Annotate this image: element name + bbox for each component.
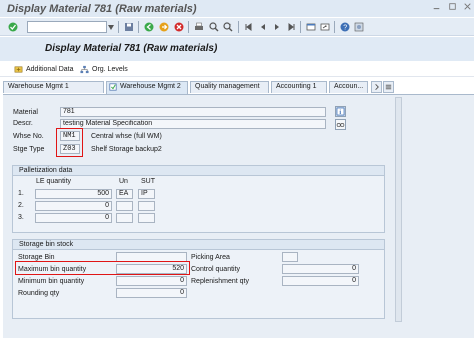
print-icon[interactable] — [194, 22, 204, 32]
stge-type-label: Stge Type — [13, 146, 45, 153]
replenishment-qty-field: 0 — [282, 276, 359, 286]
maximize-icon[interactable] — [449, 3, 456, 10]
find-next-icon[interactable]: + — [223, 22, 233, 32]
vertical-scrollbar[interactable] — [395, 97, 402, 322]
svg-text:?: ? — [343, 25, 347, 32]
replenishment-qty-label: Replenishment qty — [191, 278, 249, 285]
command-field[interactable] — [27, 21, 107, 33]
page-title: Display Material 781 (Raw materials) — [45, 43, 218, 54]
pallet-sut-field — [138, 213, 155, 223]
tab-warehouse-mgmt-2[interactable]: Warehouse Mgmt 2 — [106, 81, 188, 94]
rounding-qty-label: Rounding qty — [18, 290, 60, 297]
col-un: Un — [119, 178, 128, 185]
close-icon[interactable] — [464, 3, 471, 10]
org-levels-icon — [80, 65, 89, 74]
pallet-un-field — [116, 201, 133, 211]
new-session-icon[interactable] — [306, 22, 316, 32]
col-sut: SUT — [141, 178, 155, 185]
standard-toolbar: + ? — [0, 18, 474, 36]
tab-list-button[interactable] — [383, 81, 394, 93]
picking-area-label: Picking Area — [191, 254, 230, 261]
additional-data-icon — [14, 66, 23, 73]
pallet-un-field — [116, 213, 133, 223]
last-page-icon[interactable] — [286, 22, 296, 32]
pallet-row-index: 1. — [18, 190, 24, 197]
pallet-sut-field: IP — [138, 189, 155, 199]
pallet-qty-field: 0 — [35, 213, 112, 223]
col-le-quantity: LE quantity — [36, 178, 72, 185]
tab-accounting-1[interactable]: Accounting 1 — [271, 81, 327, 93]
window-title: Display Material 781 (Raw materials) — [7, 3, 197, 15]
min-bin-quantity-field: 0 — [116, 276, 187, 286]
highlight-whse-stge — [56, 128, 83, 157]
pallet-row-index: 2. — [18, 202, 24, 209]
cancel-icon[interactable] — [174, 22, 184, 32]
exit-icon[interactable] — [159, 22, 169, 32]
control-quantity-field: 0 — [282, 264, 359, 274]
palletization-group: Palletization data LE quantity Un SUT 1.… — [12, 165, 385, 233]
pallet-un-field: EA — [116, 189, 133, 199]
whse-description: Central whse (full WM) — [91, 133, 162, 140]
storage-bin-title: Storage bin stock — [13, 240, 384, 250]
org-levels-button[interactable]: Org. Levels — [80, 64, 128, 75]
pallet-qty-field: 500 — [35, 189, 112, 199]
help-icon[interactable]: ? — [340, 22, 350, 32]
tab-strip: Warehouse Mgmt 1 Warehouse Mgmt 2 Qualit… — [3, 81, 474, 94]
additional-data-button[interactable]: Additional Data — [14, 64, 73, 75]
pallet-row-index: 3. — [18, 214, 24, 221]
svg-text:i: i — [339, 109, 341, 116]
highlight-max-bin-quantity — [15, 261, 190, 275]
minimize-icon[interactable] — [433, 3, 440, 10]
info-button[interactable]: i — [335, 106, 346, 117]
application-toolbar: Additional Data Org. Levels — [0, 61, 474, 77]
control-quantity-label: Control quantity — [191, 266, 241, 273]
back-icon[interactable] — [144, 22, 154, 32]
descr-field: testing Material Specification — [60, 119, 326, 129]
shortcut-icon[interactable] — [320, 22, 330, 32]
title-bar: Display Material 781 (Raw materials) — [0, 0, 474, 17]
svg-text:+: + — [229, 22, 232, 27]
picking-area-field — [282, 252, 298, 262]
save-icon[interactable] — [124, 22, 134, 32]
change-view-button[interactable] — [335, 119, 346, 130]
layout-icon[interactable] — [354, 22, 364, 32]
storage-bin-group: Storage bin stock Storage Bin Picking Ar… — [12, 239, 385, 319]
tab-quality-management[interactable]: Quality management — [190, 81, 269, 93]
pallet-sut-field — [138, 201, 155, 211]
org-levels-label: Org. Levels — [92, 66, 128, 73]
tab-accounting-2[interactable]: Accoun... — [329, 81, 368, 93]
tab-list-icon — [385, 84, 392, 90]
tab-status-icon — [109, 83, 117, 91]
prev-page-icon[interactable] — [258, 22, 268, 32]
storage-bin-label: Storage Bin — [18, 254, 55, 261]
min-bin-quantity-label: Minimum bin quantity — [18, 278, 85, 285]
first-page-icon[interactable] — [244, 22, 254, 32]
find-icon[interactable] — [209, 22, 219, 32]
chevron-down-icon[interactable] — [108, 25, 114, 30]
enter-icon[interactable] — [8, 22, 18, 32]
pallet-qty-field: 0 — [35, 201, 112, 211]
tab-content-panel: Material 781 Descr. testing Material Spe… — [3, 94, 474, 338]
info-icon: i — [336, 107, 345, 116]
next-page-icon[interactable] — [272, 22, 282, 32]
material-field: 781 — [60, 107, 326, 117]
tab-warehouse-mgmt-1[interactable]: Warehouse Mgmt 1 — [3, 81, 104, 93]
screen-header: Display Material 781 (Raw materials) — [0, 37, 474, 61]
chevron-right-icon — [375, 83, 379, 91]
additional-data-label: Additional Data — [26, 66, 74, 73]
stge-type-description: Shelf Storage backup2 — [91, 146, 162, 153]
tab-scroll-right-button[interactable] — [371, 81, 382, 93]
tab-label: Warehouse Mgmt 2 — [120, 83, 181, 90]
glasses-icon — [336, 122, 345, 127]
whse-no-label: Whse No. — [13, 133, 44, 140]
palletization-title: Palletization data — [13, 166, 384, 176]
material-label: Material — [13, 109, 38, 116]
scroll-up-icon[interactable] — [396, 98, 401, 103]
rounding-qty-field: 0 — [116, 288, 187, 298]
descr-label: Descr. — [13, 120, 33, 127]
